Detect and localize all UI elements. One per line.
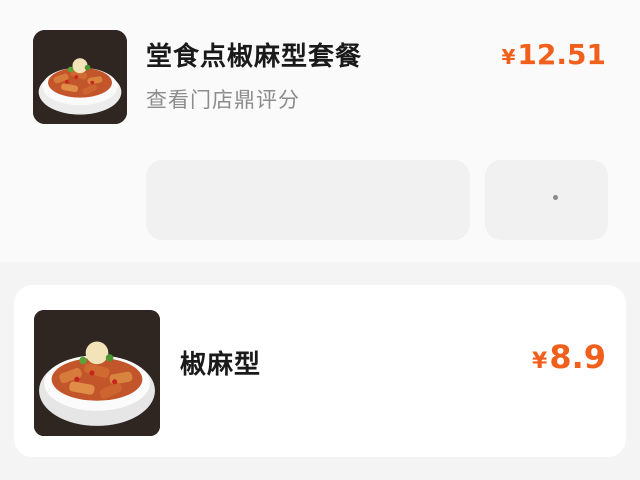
dish-photo-icon: [34, 310, 160, 436]
combo-item-subtitle[interactable]: 查看门店鼎评分: [146, 84, 300, 114]
combo-dish-image[interactable]: [33, 30, 127, 124]
price-currency: ¥: [532, 349, 548, 374]
combo-item-title[interactable]: 堂食点椒麻型套餐: [146, 36, 362, 73]
price-value: 12.51: [517, 38, 606, 71]
single-item-title[interactable]: 椒麻型: [180, 344, 261, 381]
loading-dot-icon: [553, 195, 558, 200]
combo-option-placeholder[interactable]: [146, 160, 470, 240]
price-currency: ¥: [501, 45, 516, 69]
single-item-price: ¥8.9: [532, 338, 606, 376]
single-dish-image[interactable]: [34, 310, 160, 436]
dish-photo-icon: [33, 30, 127, 124]
combo-item-price: ¥12.51: [502, 38, 607, 71]
combo-action-placeholder[interactable]: [485, 160, 608, 240]
price-value: 8.9: [549, 338, 606, 376]
